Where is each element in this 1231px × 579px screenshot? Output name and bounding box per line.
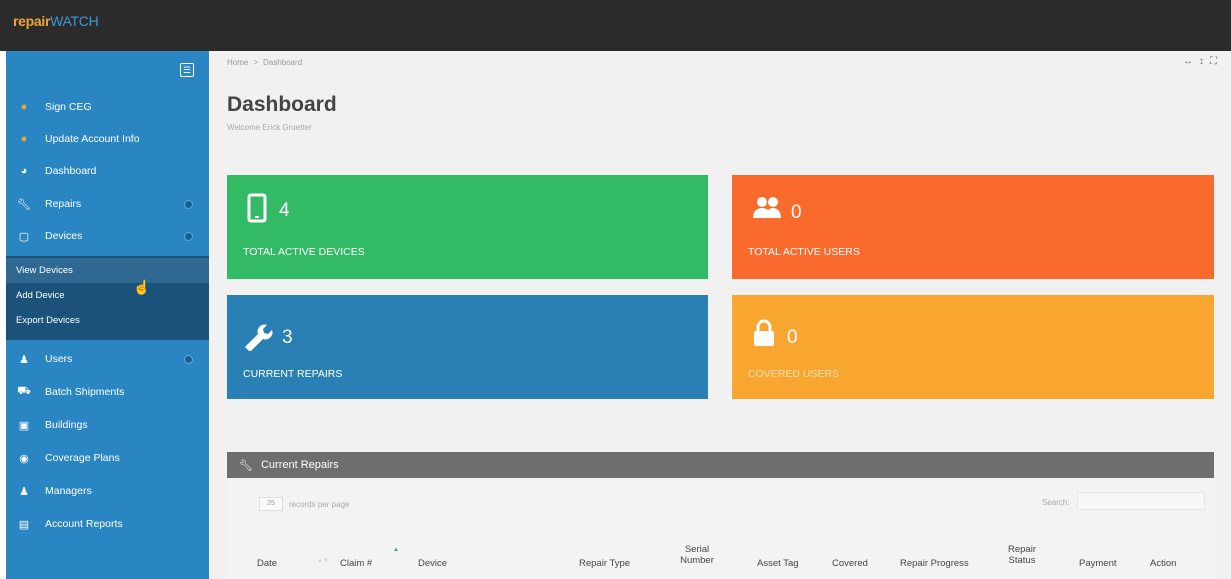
stat-label: CURRENT REPAIRS bbox=[243, 368, 343, 380]
lock-icon bbox=[754, 319, 774, 346]
sidebar-item-update-account-info[interactable]: ● Update Account Info bbox=[6, 124, 209, 154]
sidebar-item-label: Batch Shipments bbox=[45, 386, 125, 398]
column-header-action[interactable]: Action bbox=[1150, 558, 1176, 569]
tablet-icon: ▢ bbox=[18, 230, 30, 243]
stat-label: TOTAL ACTIVE DEVICES bbox=[243, 246, 365, 258]
sidebar-item-users[interactable]: ♟ Users bbox=[6, 344, 209, 374]
sidebar-item-label: Repairs bbox=[45, 198, 82, 210]
column-header-asset-tag[interactable]: Asset Tag bbox=[757, 558, 799, 569]
building-icon: ▣ bbox=[18, 419, 30, 432]
column-header-date[interactable]: Date bbox=[257, 558, 277, 569]
sidebar-item-label: Account Reports bbox=[45, 518, 123, 530]
collapse-icon[interactable]: ↔ bbox=[1183, 56, 1199, 67]
records-per-page: 25 records per page bbox=[259, 497, 349, 511]
expand-icon[interactable] bbox=[184, 232, 193, 241]
sidebar-item-label: Buildings bbox=[45, 419, 88, 431]
breadcrumb-separator: > bbox=[253, 58, 259, 67]
person-icon: ♟ bbox=[19, 485, 29, 498]
sidebar-item-label: Users bbox=[45, 353, 73, 365]
hand-cursor-icon: ☝ bbox=[133, 279, 151, 295]
main-content: Home > Dashboard ↔↕⛶ Dashboard Welcome Eri… bbox=[209, 51, 1231, 579]
top-bar: repairWATCH bbox=[0, 0, 1231, 51]
sidebar-item-managers[interactable]: ♟ Managers bbox=[6, 476, 209, 506]
camera-icon: ◉ bbox=[19, 452, 29, 465]
stat-tile-active-users[interactable]: 0 TOTAL ACTIVE USERS bbox=[732, 175, 1214, 279]
app-logo[interactable]: repairWATCH bbox=[13, 13, 99, 29]
sidebar-item-label: Dashboard bbox=[45, 165, 97, 177]
panel-header: 🔧︎ Current Repairs bbox=[227, 452, 1214, 478]
breadcrumb-home[interactable]: Home bbox=[227, 58, 248, 67]
stat-tile-covered-users[interactable]: 0 COVERED USERS bbox=[732, 295, 1214, 399]
column-header-covered[interactable]: Covered bbox=[832, 558, 868, 569]
stat-value: 4 bbox=[279, 200, 290, 221]
sidebar-toggle-icon[interactable]: ☰ bbox=[180, 63, 194, 77]
stat-tile-current-repairs[interactable]: 3 CURRENT REPAIRS bbox=[227, 295, 708, 399]
sort-asc-icon[interactable]: ▲ bbox=[393, 547, 399, 553]
devices-submenu: View Devices Add Device Export Devices bbox=[6, 256, 209, 340]
stat-value: 0 bbox=[791, 202, 802, 223]
fullscreen-vertical-icon[interactable]: ↕ bbox=[1199, 56, 1210, 67]
sidebar-item-label: Update Account Info bbox=[45, 133, 140, 145]
sidebar-item-repairs[interactable]: 🔧︎ Repairs bbox=[6, 189, 209, 219]
submenu-item-view-devices[interactable]: View Devices bbox=[16, 265, 73, 276]
column-header-payment[interactable]: Payment bbox=[1079, 558, 1117, 569]
stat-tile-active-devices[interactable]: 4 TOTAL ACTIVE DEVICES bbox=[227, 175, 708, 279]
user-icon: ● bbox=[20, 101, 28, 113]
page-size-select[interactable]: 25 bbox=[259, 497, 283, 511]
records-per-page-label: records per page bbox=[289, 499, 350, 509]
search-input[interactable] bbox=[1077, 492, 1205, 510]
sidebar-item-coverage-plans[interactable]: ◉ Coverage Plans bbox=[6, 443, 209, 473]
sidebar-item-label: Coverage Plans bbox=[45, 452, 120, 464]
column-header-repair-progress[interactable]: Repair Progress bbox=[900, 558, 969, 569]
fullscreen-icon[interactable]: ⛶ bbox=[1210, 56, 1223, 67]
breadcrumb: Home > Dashboard bbox=[227, 58, 302, 67]
page-title: Dashboard bbox=[227, 93, 337, 116]
users-icon: ♟ bbox=[19, 353, 29, 366]
sidebar-item-devices[interactable]: ▢ Devices bbox=[6, 221, 209, 251]
stat-label: COVERED USERS bbox=[748, 368, 840, 380]
sidebar-item-buildings[interactable]: ▣ Buildings bbox=[6, 410, 209, 440]
users-icon bbox=[753, 197, 781, 218]
expand-icon[interactable] bbox=[184, 200, 193, 209]
user-edit-icon: ● bbox=[20, 133, 28, 145]
wrench-icon: 🔧︎ bbox=[239, 459, 253, 472]
column-header-repair-status[interactable]: Repair Status bbox=[997, 544, 1047, 566]
column-header-claim[interactable]: Claim # bbox=[340, 558, 372, 569]
search-label: Search: bbox=[1042, 498, 1070, 507]
sidebar-item-account-reports[interactable]: ▤ Account Reports bbox=[6, 509, 209, 539]
panel-title: Current Repairs bbox=[260, 459, 339, 471]
tablet-icon bbox=[247, 193, 267, 223]
wrench-icon bbox=[245, 324, 273, 351]
breadcrumb-current: Dashboard bbox=[263, 58, 303, 67]
column-header-serial-number[interactable]: Serial Number bbox=[667, 544, 727, 566]
sidebar-item-batch-shipments[interactable]: ⛟ Batch Shipments bbox=[6, 377, 209, 407]
column-header-repair-type[interactable]: Repair Type bbox=[579, 558, 630, 569]
sort-icon[interactable]: ▲▼ bbox=[317, 558, 329, 564]
sidebar-item-sign-ceg[interactable]: ● Sign CEG bbox=[6, 92, 209, 122]
wrench-icon: 🔧︎ bbox=[17, 198, 31, 211]
sidebar: ☰ ● Sign CEG ● Update Account Info ◕ Das… bbox=[6, 51, 209, 579]
header-icons: ↔↕⛶ bbox=[1183, 56, 1223, 67]
expand-icon[interactable] bbox=[184, 355, 193, 364]
submenu-item-add-device[interactable]: Add Device bbox=[16, 290, 65, 301]
dashboard-icon: ◕ bbox=[20, 165, 28, 177]
stat-value: 0 bbox=[787, 327, 798, 348]
current-repairs-panel: 🔧︎ Current Repairs 25 records per page S… bbox=[227, 452, 1214, 579]
stat-label: TOTAL ACTIVE USERS bbox=[748, 246, 860, 258]
truck-icon: ⛟ bbox=[17, 385, 31, 397]
page-subtitle: Welcome Erick Gruetter bbox=[227, 123, 312, 132]
sidebar-item-label: Sign CEG bbox=[45, 101, 92, 113]
sidebar-item-dashboard[interactable]: ◕ Dashboard bbox=[6, 156, 209, 186]
bar-chart-icon: ▤ bbox=[18, 518, 30, 531]
submenu-item-export-devices[interactable]: Export Devices bbox=[16, 315, 80, 326]
sidebar-item-label: Devices bbox=[45, 230, 83, 242]
sidebar-item-label: Managers bbox=[45, 485, 92, 497]
stat-value: 3 bbox=[282, 327, 293, 348]
column-header-device[interactable]: Device bbox=[418, 558, 447, 569]
